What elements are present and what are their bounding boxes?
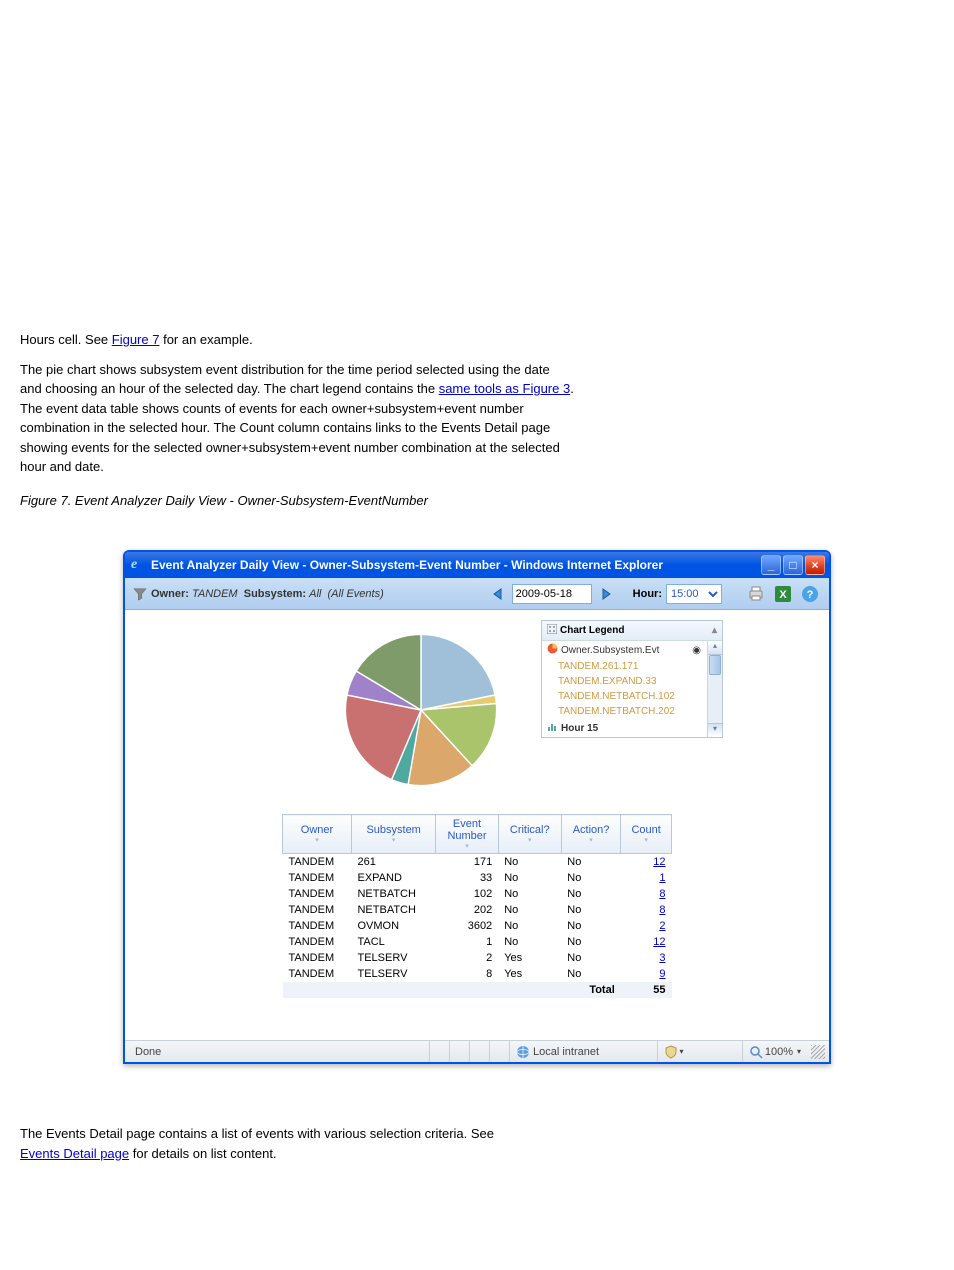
filter-summary: Owner: TANDEM Subsystem: All (All Events… [151, 588, 384, 600]
resize-grip[interactable] [811, 1045, 825, 1059]
count-link[interactable]: 12 [653, 936, 665, 948]
column-header[interactable]: Action?▾ [561, 815, 620, 854]
table-row: TANDEMOVMON3602NoNo2 [283, 918, 672, 934]
table-row: TANDEMNETBATCH202NoNo8 [283, 902, 672, 918]
scroll-down-button[interactable]: ▾ [708, 723, 722, 737]
toolbar: Owner: TANDEM Subsystem: All (All Events… [125, 578, 829, 610]
legend-icon [547, 624, 557, 637]
funnel-icon [133, 587, 147, 601]
column-header[interactable]: Critical?▾ [498, 815, 561, 854]
prev-date-button[interactable] [489, 586, 509, 602]
browser-window: e Event Analyzer Daily View - Owner-Subs… [123, 550, 831, 1064]
table-row: TANDEMEXPAND33NoNo1 [283, 870, 672, 886]
count-link[interactable]: 2 [659, 920, 665, 932]
title-bar: e Event Analyzer Daily View - Owner-Subs… [125, 552, 829, 578]
scroll-up-button[interactable]: ▴ [708, 641, 722, 655]
legend-hour-label: Hour 15 [561, 723, 598, 734]
protected-mode[interactable]: ▾ [657, 1041, 689, 1062]
svg-text:?: ? [807, 589, 814, 601]
event-table: Owner▾Subsystem▾EventNumber▾Critical?▾Ac… [282, 814, 672, 998]
table-row: TANDEMTELSERV8YesNo9 [283, 966, 672, 982]
table-row: TANDEMTACL1NoNo12 [283, 934, 672, 950]
security-zone: Local intranet [509, 1041, 605, 1062]
tools-link[interactable]: same tools as Figure 3 [439, 381, 571, 396]
legend-title: Chart Legend [560, 625, 624, 636]
excel-export-button[interactable]: X [772, 583, 794, 605]
column-header[interactable]: Subsystem▾ [351, 815, 435, 854]
doc-line: Hours cell. See Figure 7 for an example. [20, 330, 934, 350]
count-link[interactable]: 12 [653, 856, 665, 868]
table-row: TANDEM261171NoNo12 [283, 854, 672, 871]
column-header[interactable]: Count▾ [621, 815, 672, 854]
pie-chart [331, 620, 511, 800]
minimize-button[interactable]: _ [761, 555, 781, 575]
help-button[interactable]: ? [799, 583, 821, 605]
eye-icon[interactable]: ◉ [692, 645, 701, 656]
hour-select[interactable]: 15:00 [666, 584, 722, 604]
chart-mini-icon [547, 721, 558, 735]
legend-item[interactable]: TANDEM.NETBATCH.102 [542, 689, 722, 704]
legend-scrollbar[interactable]: ▴ ▾ [707, 641, 722, 737]
detail-page-link[interactable]: Events Detail page [20, 1146, 129, 1161]
table-row: TANDEMTELSERV2YesNo3 [283, 950, 672, 966]
table-row: TANDEMNETBATCH102NoNo8 [283, 886, 672, 902]
figure-link[interactable]: Figure 7 [112, 332, 160, 347]
collapse-icon[interactable]: ▴ [712, 625, 717, 636]
doc-below: The Events Detail page contains a list o… [20, 1124, 934, 1163]
status-bar: Done Local intranet ▾ 100% ▾ [125, 1040, 829, 1062]
count-link[interactable]: 8 [659, 904, 665, 916]
column-header[interactable]: Owner▾ [283, 815, 352, 854]
legend-item[interactable]: TANDEM.261.171 [542, 659, 722, 674]
total-row: Total55 [283, 982, 672, 998]
figure-caption: Figure 7. Event Analyzer Daily View - Ow… [20, 491, 934, 511]
legend-item[interactable]: TANDEM.EXPAND.33 [542, 674, 722, 689]
zoom-control[interactable]: 100% ▾ [742, 1041, 807, 1062]
intranet-icon [516, 1045, 530, 1059]
next-date-button[interactable] [595, 586, 615, 602]
maximize-button[interactable]: □ [783, 555, 803, 575]
scroll-thumb[interactable] [709, 655, 721, 675]
ie-icon: e [131, 557, 147, 573]
legend-item[interactable]: TANDEM.NETBATCH.202 [542, 704, 722, 719]
pie-mini-icon [547, 643, 558, 657]
close-button[interactable]: × [805, 555, 825, 575]
svg-text:X: X [779, 589, 787, 601]
status-done: Done [129, 1041, 429, 1062]
date-input[interactable] [512, 584, 592, 604]
print-button[interactable] [745, 583, 767, 605]
chart-legend: Chart Legend ▴ Owner.Subsystem.Evt ◉ TAN [541, 620, 723, 738]
doc-line: The pie chart shows subsystem event dist… [20, 360, 934, 477]
count-link[interactable]: 1 [659, 872, 665, 884]
count-link[interactable]: 3 [659, 952, 665, 964]
window-title: Event Analyzer Daily View - Owner-Subsys… [151, 558, 759, 572]
legend-series-label: Owner.Subsystem.Evt [561, 645, 659, 656]
content-area: Chart Legend ▴ Owner.Subsystem.Evt ◉ TAN [125, 610, 829, 1040]
column-header[interactable]: EventNumber▾ [436, 815, 498, 854]
count-link[interactable]: 8 [659, 888, 665, 900]
count-link[interactable]: 9 [659, 968, 665, 980]
hour-label: Hour: [633, 588, 662, 600]
